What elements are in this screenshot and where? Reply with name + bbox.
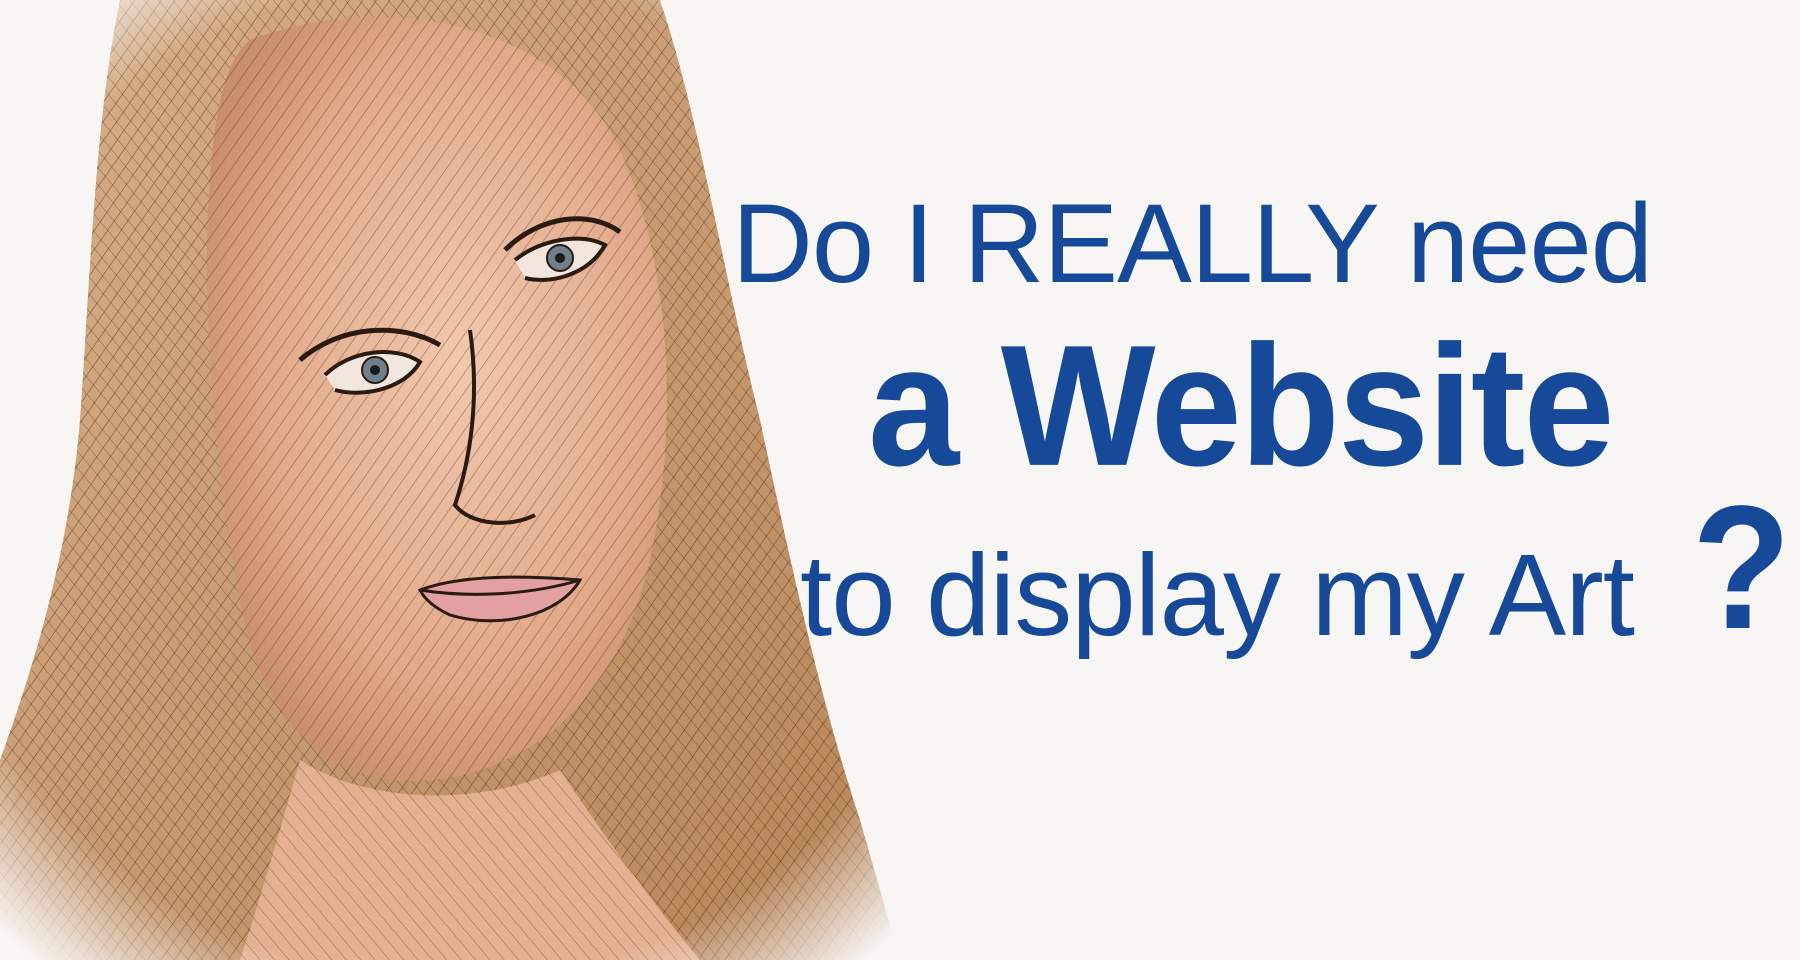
headline-line-2: a Website [868, 309, 1615, 502]
headline-line-3: to display my Art [800, 530, 1635, 660]
portrait-illustration [0, 0, 1000, 960]
question-mark: ? [1692, 470, 1791, 666]
banner: Do I REALLY need a Website to display my… [0, 0, 1800, 960]
headline-line-1: Do I REALLY need [732, 181, 1653, 306]
